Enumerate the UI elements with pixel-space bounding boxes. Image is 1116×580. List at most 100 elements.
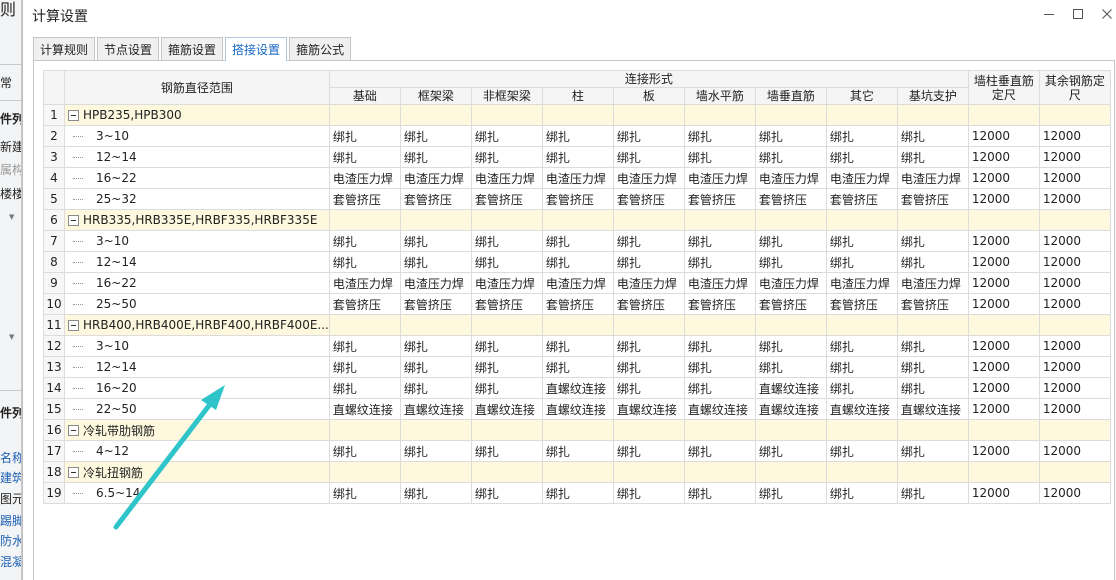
connection-cell[interactable]: 绑扎 <box>470 440 543 462</box>
connection-cell[interactable]: 套管挤压 <box>896 293 969 315</box>
connection-cell[interactable]: 绑扎 <box>612 377 685 399</box>
wall-length-cell[interactable]: 12000 <box>967 272 1040 294</box>
connection-cell[interactable] <box>399 419 472 441</box>
wall-length-cell[interactable]: 12000 <box>967 335 1040 357</box>
connection-cell[interactable]: 绑扎 <box>683 251 756 273</box>
connection-cell[interactable]: 绑扎 <box>683 482 756 504</box>
connection-cell[interactable] <box>541 461 614 483</box>
connection-cell[interactable]: 套管挤压 <box>470 188 543 210</box>
connection-cell[interactable] <box>399 209 472 231</box>
connection-cell[interactable]: 直螺纹连接 <box>896 398 969 420</box>
connection-cell[interactable]: 绑扎 <box>328 125 401 147</box>
connection-cell[interactable]: 电渣压力焊 <box>683 167 756 189</box>
connection-cell[interactable] <box>754 209 827 231</box>
group-row[interactable]: 16 冷轧带肋钢筋 <box>43 419 1111 441</box>
connection-cell[interactable]: 绑扎 <box>825 251 898 273</box>
connection-cell[interactable]: 绑扎 <box>470 125 543 147</box>
connection-cell[interactable]: 绑扎 <box>896 125 969 147</box>
connection-cell[interactable] <box>896 461 969 483</box>
connection-cell[interactable]: 绑扎 <box>612 440 685 462</box>
connection-cell[interactable]: 绑扎 <box>328 440 401 462</box>
other-length-cell[interactable]: 12000 <box>1038 440 1111 462</box>
table-row[interactable]: 7 3~10 绑扎 绑扎 绑扎 绑扎 绑扎 绑扎 绑扎 绑扎 绑扎 12000 12000 <box>43 230 1111 252</box>
connection-cell[interactable]: 绑扎 <box>470 482 543 504</box>
table-row[interactable]: 19 6.5~14 绑扎 绑扎 绑扎 绑扎 绑扎 绑扎 绑扎 绑扎 绑扎 12000 12000 <box>43 482 1111 504</box>
connection-cell[interactable]: 绑扎 <box>399 146 472 168</box>
connection-cell[interactable]: 绑扎 <box>825 356 898 378</box>
connection-cell[interactable]: 绑扎 <box>399 482 472 504</box>
connection-cell[interactable] <box>399 461 472 483</box>
connection-cell[interactable]: 电渣压力焊 <box>541 167 614 189</box>
connection-cell[interactable]: 套管挤压 <box>825 293 898 315</box>
close-button[interactable] <box>1096 3 1116 25</box>
connection-cell[interactable] <box>754 419 827 441</box>
connection-cell[interactable] <box>896 104 969 126</box>
other-length-cell[interactable]: 12000 <box>1038 125 1111 147</box>
connection-cell[interactable]: 套管挤压 <box>896 188 969 210</box>
connection-cell[interactable]: 绑扎 <box>683 356 756 378</box>
collapse-icon[interactable] <box>68 319 79 331</box>
connection-cell[interactable]: 直螺纹连接 <box>683 398 756 420</box>
wall-length-cell[interactable]: 12000 <box>967 482 1040 504</box>
tab-lap-settings[interactable]: 搭接设置 <box>225 37 288 61</box>
connection-cell[interactable]: 电渣压力焊 <box>612 272 685 294</box>
connection-cell[interactable]: 绑扎 <box>896 377 969 399</box>
wall-length-cell[interactable]: 12000 <box>967 251 1040 273</box>
connection-cell[interactable]: 电渣压力焊 <box>399 272 472 294</box>
connection-cell[interactable]: 套管挤压 <box>541 188 614 210</box>
connection-cell[interactable] <box>328 209 401 231</box>
connection-cell[interactable]: 绑扎 <box>328 482 401 504</box>
bg-link[interactable]: 防水 <box>0 532 21 549</box>
table-row[interactable]: 13 12~14 绑扎 绑扎 绑扎 绑扎 绑扎 绑扎 绑扎 绑扎 绑扎 12000 12000 <box>43 356 1111 378</box>
connection-cell[interactable] <box>399 104 472 126</box>
connection-cell[interactable]: 套管挤压 <box>399 188 472 210</box>
bg-link[interactable]: 混凝 <box>0 553 21 570</box>
collapse-icon[interactable] <box>68 466 79 478</box>
connection-cell[interactable]: 绑扎 <box>896 251 969 273</box>
connection-cell[interactable]: 绑扎 <box>825 482 898 504</box>
connection-cell[interactable] <box>328 419 401 441</box>
connection-cell[interactable]: 绑扎 <box>612 356 685 378</box>
connection-cell[interactable]: 直螺纹连接 <box>825 398 898 420</box>
connection-cell[interactable] <box>683 104 756 126</box>
bg-floor-select[interactable]: 楼楼 <box>0 185 21 202</box>
connection-cell[interactable]: 电渣压力焊 <box>470 272 543 294</box>
other-length-cell[interactable] <box>1038 209 1111 231</box>
wall-length-cell[interactable]: 12000 <box>967 440 1040 462</box>
collapse-icon[interactable] <box>68 214 79 226</box>
other-length-cell[interactable]: 12000 <box>1038 146 1111 168</box>
other-length-cell[interactable]: 12000 <box>1038 251 1111 273</box>
maximize-button[interactable] <box>1067 3 1089 25</box>
wall-length-cell[interactable]: 12000 <box>967 167 1040 189</box>
connection-cell[interactable]: 绑扎 <box>328 251 401 273</box>
connection-cell[interactable]: 绑扎 <box>470 230 543 252</box>
connection-cell[interactable] <box>612 461 685 483</box>
connection-cell[interactable]: 绑扎 <box>825 146 898 168</box>
connection-cell[interactable]: 直螺纹连接 <box>754 377 827 399</box>
wall-length-cell[interactable]: 12000 <box>967 293 1040 315</box>
other-length-cell[interactable]: 12000 <box>1038 335 1111 357</box>
wall-length-cell[interactable]: 12000 <box>967 146 1040 168</box>
connection-cell[interactable]: 绑扎 <box>754 251 827 273</box>
connection-cell[interactable]: 套管挤压 <box>612 293 685 315</box>
connection-cell[interactable]: 绑扎 <box>541 482 614 504</box>
connection-cell[interactable]: 绑扎 <box>399 251 472 273</box>
connection-cell[interactable]: 直螺纹连接 <box>399 398 472 420</box>
connection-cell[interactable] <box>896 419 969 441</box>
connection-cell[interactable]: 绑扎 <box>612 251 685 273</box>
connection-cell[interactable]: 绑扎 <box>683 230 756 252</box>
wall-length-cell[interactable] <box>967 104 1040 126</box>
connection-cell[interactable]: 套管挤压 <box>754 293 827 315</box>
wall-length-cell[interactable]: 12000 <box>967 188 1040 210</box>
connection-cell[interactable] <box>612 419 685 441</box>
connection-cell[interactable]: 电渣压力焊 <box>825 167 898 189</box>
connection-cell[interactable]: 绑扎 <box>754 230 827 252</box>
connection-cell[interactable]: 绑扎 <box>541 335 614 357</box>
connection-cell[interactable] <box>754 104 827 126</box>
connection-cell[interactable]: 电渣压力焊 <box>612 167 685 189</box>
table-row[interactable]: 3 12~14 绑扎 绑扎 绑扎 绑扎 绑扎 绑扎 绑扎 绑扎 绑扎 12000 12000 <box>43 146 1111 168</box>
connection-cell[interactable]: 绑扎 <box>896 335 969 357</box>
connection-cell[interactable]: 绑扎 <box>896 146 969 168</box>
connection-cell[interactable]: 绑扎 <box>825 335 898 357</box>
bg-link[interactable]: 名称 <box>0 449 21 466</box>
